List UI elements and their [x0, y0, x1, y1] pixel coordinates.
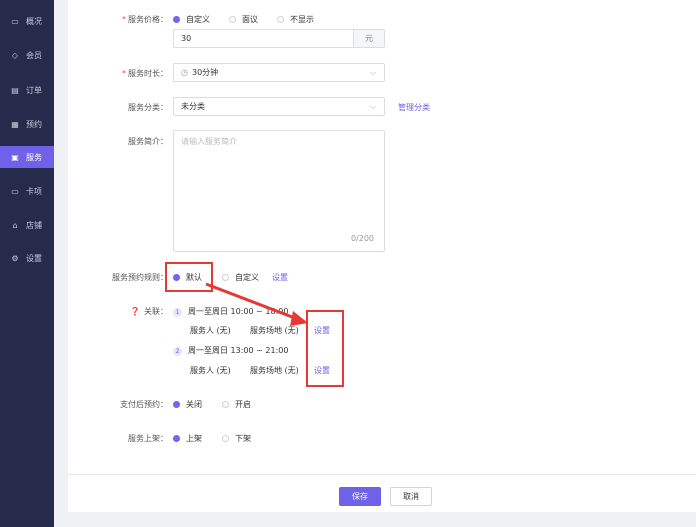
annotation-arrow — [205, 282, 308, 326]
footer-divider — [68, 474, 696, 475]
save-button[interactable]: 保存 — [339, 487, 381, 506]
cancel-button[interactable]: 取消 — [390, 487, 432, 506]
